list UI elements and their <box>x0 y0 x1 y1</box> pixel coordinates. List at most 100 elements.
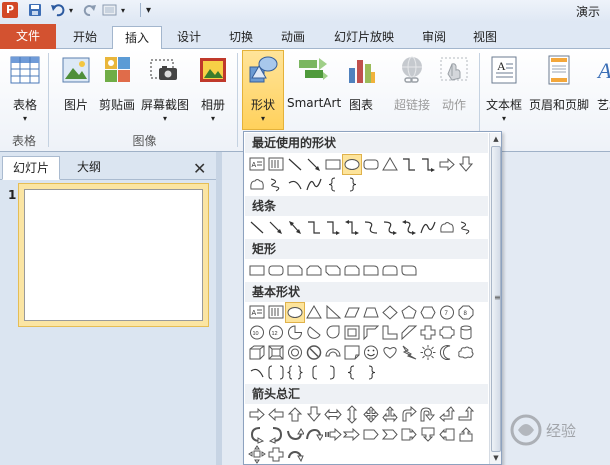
snip-round-rect-icon[interactable] <box>343 261 361 280</box>
folded-corner-icon[interactable] <box>343 343 361 362</box>
heart-icon[interactable] <box>381 343 399 362</box>
snip-same-side-rect-icon[interactable] <box>305 261 323 280</box>
curve-shape-icon[interactable] <box>305 175 323 194</box>
tab-review[interactable]: 审阅 <box>412 26 456 49</box>
up-arrow-callout-icon[interactable] <box>457 425 475 444</box>
rounded-rect-icon[interactable] <box>267 261 285 280</box>
smartart-button[interactable]: SmartArt <box>287 54 341 110</box>
line-shape-icon[interactable] <box>286 155 304 174</box>
diagonal-stripe-icon[interactable] <box>400 323 418 342</box>
scrollbar-thumb[interactable]: ≡ <box>491 146 501 452</box>
tab-slides[interactable]: 幻灯片 <box>2 156 60 180</box>
right-brace-icon[interactable] <box>362 363 380 382</box>
dodecagon-icon[interactable]: 12 <box>267 323 285 342</box>
right-bracket-icon[interactable] <box>324 363 342 382</box>
triangle-shape-icon[interactable] <box>381 155 399 174</box>
tab-animations[interactable]: 动画 <box>270 26 316 49</box>
arrow-icon[interactable] <box>267 218 285 237</box>
quad-arrow-icon[interactable] <box>362 405 380 424</box>
screenshot-button[interactable]: 屏幕截图 ▾ <box>139 54 191 123</box>
up-down-arrow-icon[interactable] <box>343 405 361 424</box>
textbox-shape-icon[interactable]: A <box>248 155 266 174</box>
block-up-arrow-icon[interactable] <box>286 405 304 424</box>
wordart-button[interactable]: A 艺术 <box>594 54 610 113</box>
block-arc-icon[interactable] <box>324 343 342 362</box>
elbow-double-arrow-icon[interactable] <box>343 218 361 237</box>
scroll-up-icon[interactable]: ▲ <box>491 133 501 145</box>
left-right-up-arrow-icon[interactable] <box>381 405 399 424</box>
left-bracket-icon[interactable] <box>305 363 323 382</box>
pentagon-arrow-icon[interactable] <box>362 425 380 444</box>
right-arrow-callout-icon[interactable] <box>400 425 418 444</box>
rect-icon[interactable] <box>248 261 266 280</box>
left-brace-shape-icon[interactable] <box>324 175 342 194</box>
double-bracket-icon[interactable] <box>267 363 285 382</box>
tab-insert[interactable]: 插入 <box>112 26 162 50</box>
elbow-arrow-connector-shape-icon[interactable] <box>419 155 437 174</box>
block-right-arrow-icon[interactable] <box>248 405 266 424</box>
double-arrow-icon[interactable] <box>286 218 304 237</box>
isosceles-triangle-icon[interactable] <box>305 303 323 322</box>
u-turn-arrow-icon[interactable] <box>419 405 437 424</box>
undo-dropdown-icon[interactable]: ▾ <box>69 3 73 19</box>
arc-shape-icon[interactable] <box>286 175 304 194</box>
curved-left-arrow-icon[interactable] <box>267 425 285 444</box>
scribble-icon[interactable] <box>457 218 475 237</box>
redo-icon[interactable] <box>83 3 97 19</box>
striped-right-arrow-icon[interactable] <box>324 425 342 444</box>
moon-icon[interactable] <box>438 343 456 362</box>
half-frame-icon[interactable] <box>362 323 380 342</box>
line-icon[interactable] <box>248 218 266 237</box>
elbow-arrow-icon[interactable] <box>324 218 342 237</box>
parallelogram-icon[interactable] <box>343 303 361 322</box>
pie-icon[interactable] <box>286 323 304 342</box>
bent-up-arrow-icon[interactable] <box>457 405 475 424</box>
curved-arrow-connector-icon[interactable] <box>381 218 399 237</box>
l-shape-icon[interactable] <box>381 323 399 342</box>
heptagon-icon[interactable]: 7 <box>438 303 456 322</box>
notched-right-arrow-icon[interactable] <box>342 425 361 444</box>
scribble-shape-icon[interactable] <box>267 175 285 194</box>
teardrop-icon[interactable] <box>324 323 342 342</box>
slide-thumbnail-selected[interactable] <box>18 183 209 327</box>
sun-icon[interactable] <box>419 343 437 362</box>
gallery-scrollbar[interactable]: ▲ ≡ ▼ <box>489 133 501 464</box>
elbow-connector-shape-icon[interactable] <box>400 155 418 174</box>
left-up-arrow-icon[interactable] <box>438 405 456 424</box>
left-brace-icon[interactable] <box>343 363 361 382</box>
no-symbol-icon[interactable] <box>305 343 323 362</box>
left-arrow-callout-icon[interactable] <box>438 425 456 444</box>
tab-home[interactable]: 开始 <box>62 26 108 49</box>
hyperlink-button[interactable]: 超链接 <box>392 54 432 113</box>
chord-icon[interactable] <box>305 323 323 342</box>
shapes-button[interactable]: 形状 ▾ <box>243 54 283 123</box>
diamond-icon[interactable] <box>381 303 399 322</box>
customize-qat-icon[interactable]: ▾ <box>146 3 151 19</box>
oval-shape-icon[interactable] <box>342 154 362 175</box>
close-icon[interactable]: ✕ <box>193 159 206 178</box>
rounded-rectangle-shape-icon[interactable] <box>362 155 380 174</box>
tab-view[interactable]: 视图 <box>462 26 508 49</box>
curved-right-arrow-icon[interactable] <box>248 425 266 444</box>
basic-vertical-textbox-icon[interactable] <box>267 303 285 322</box>
curve-icon[interactable] <box>419 218 437 237</box>
decagon-icon[interactable]: 10 <box>248 323 266 342</box>
octagon-icon[interactable]: 8 <box>457 303 475 322</box>
right-triangle-icon[interactable] <box>324 303 342 322</box>
down-arrow-shape-icon[interactable] <box>457 155 475 174</box>
customize-slideshow-icon[interactable] <box>102 3 120 19</box>
right-brace-shape-icon[interactable] <box>343 175 361 194</box>
clipart-button[interactable]: 剪贴画 <box>97 54 137 113</box>
curved-double-arrow-icon[interactable] <box>400 218 418 237</box>
undo-icon[interactable] <box>50 3 66 19</box>
textbox-button[interactable]: A 文本框 ▾ <box>484 54 524 123</box>
basic-oval-icon[interactable] <box>285 302 305 323</box>
cross-icon[interactable] <box>419 323 437 342</box>
round-same-side-rect-icon[interactable] <box>381 261 399 280</box>
plaque-icon[interactable] <box>438 323 456 342</box>
snip-single-corner-rect-icon[interactable] <box>286 261 304 280</box>
tab-slideshow[interactable]: 幻灯片放映 <box>326 26 402 49</box>
table-button[interactable]: 表格 ▾ <box>6 54 44 123</box>
trapezoid-icon[interactable] <box>362 303 380 322</box>
frame-icon[interactable] <box>343 323 361 342</box>
